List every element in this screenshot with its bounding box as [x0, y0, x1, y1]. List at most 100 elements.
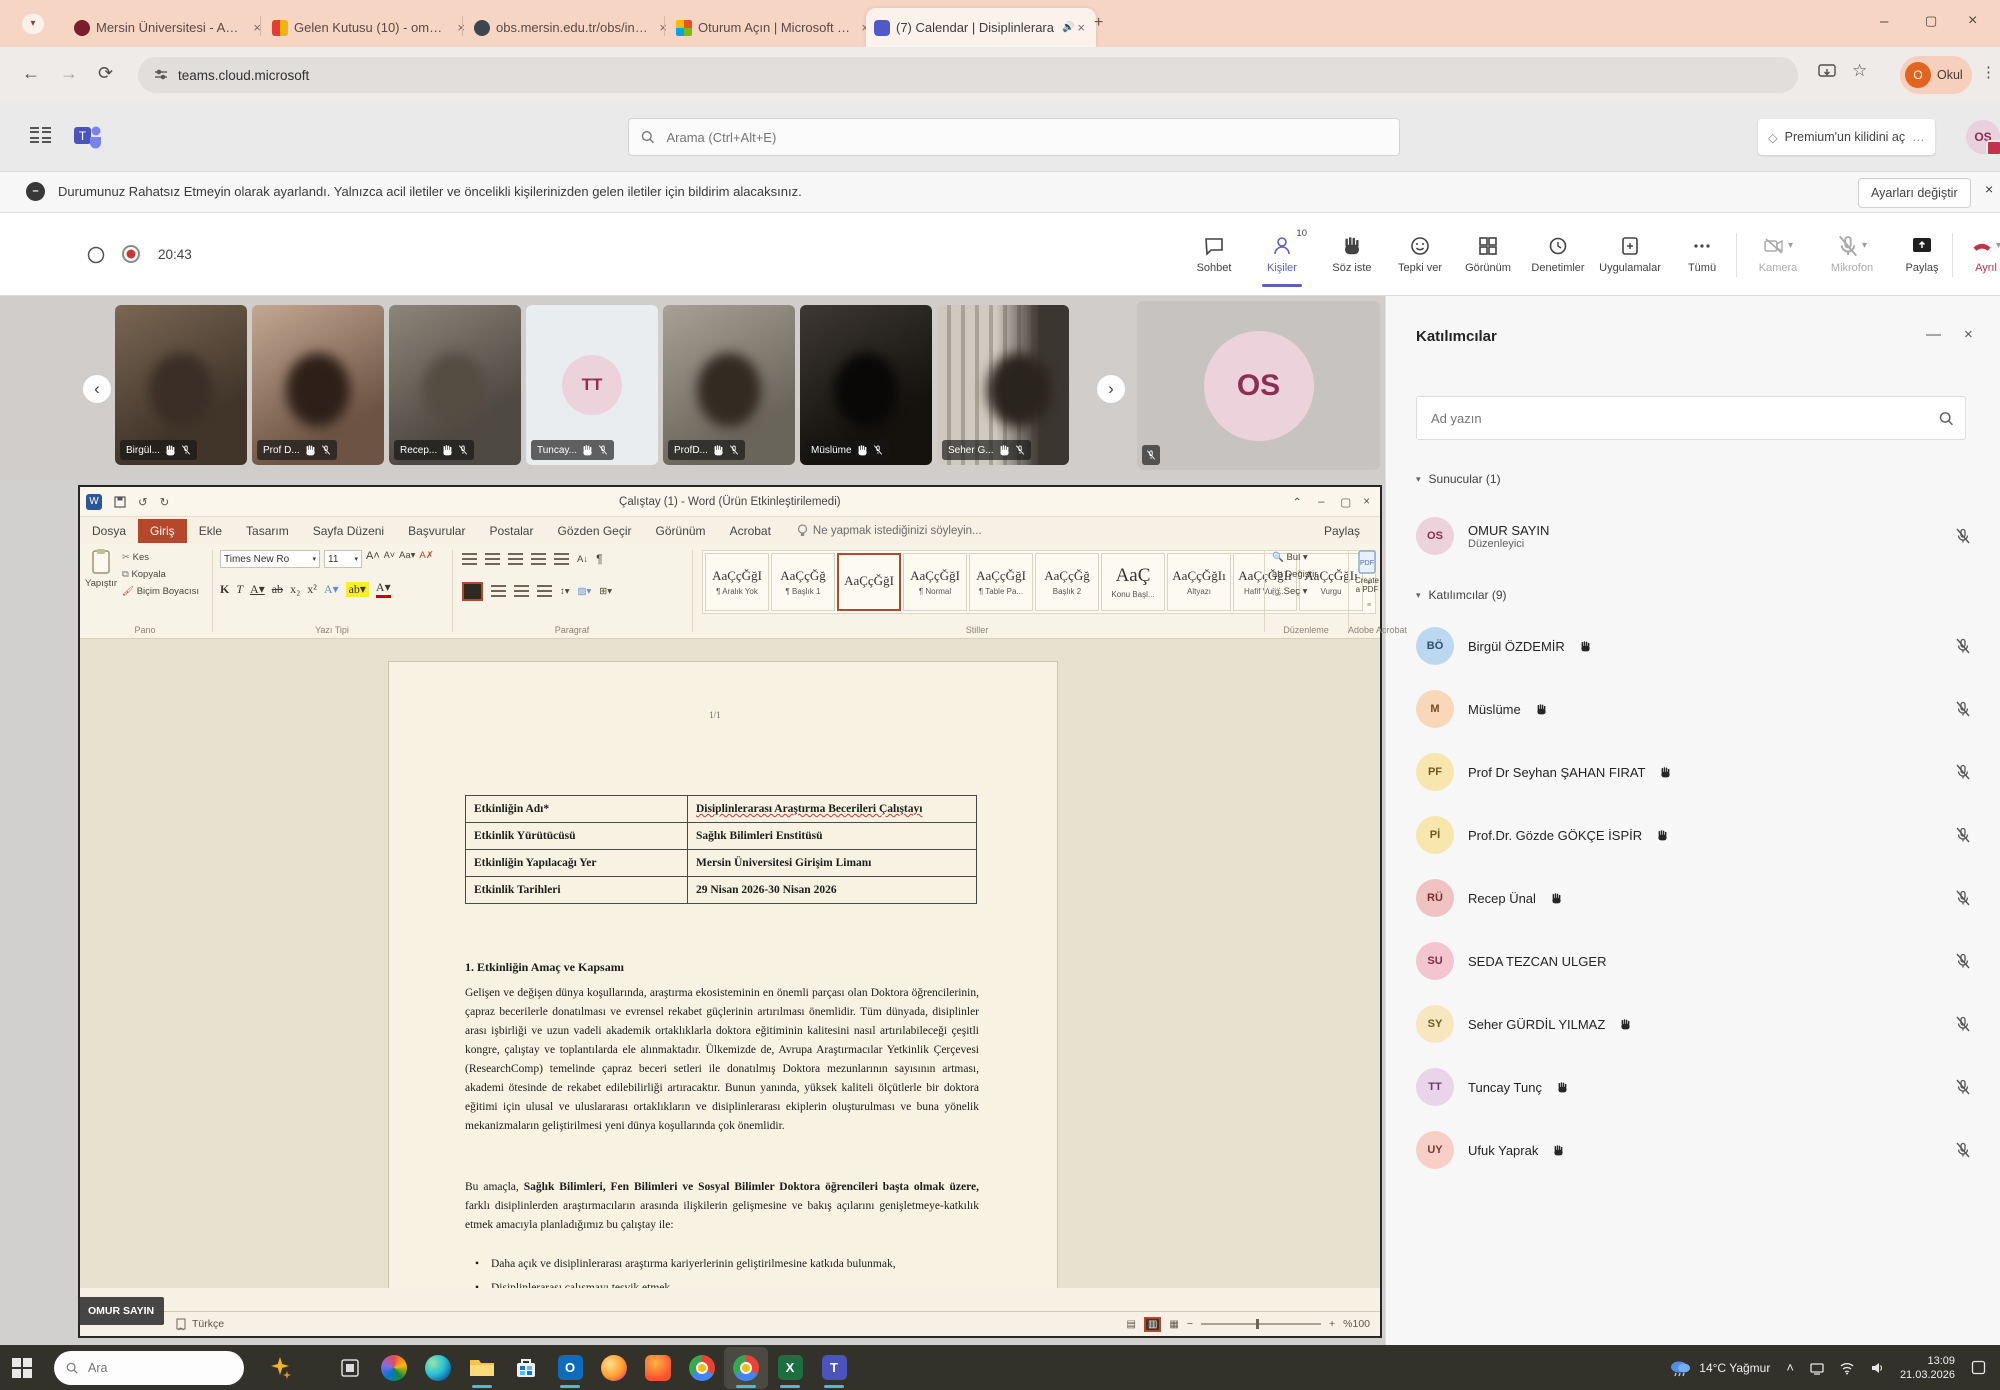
decrease-indent-icon[interactable] [531, 553, 546, 566]
browser-tab[interactable]: obs.mersin.edu.tr/obs/index.a× [466, 8, 678, 47]
read-mode-icon[interactable]: ▤ [1127, 1319, 1136, 1330]
panel-close-icon[interactable]: × [1964, 326, 1973, 343]
chrome-icon[interactable] [680, 1347, 724, 1389]
style-item[interactable]: AaÇçĞğBaşlık 2 [1035, 553, 1099, 611]
tray-network-icon[interactable] [1840, 1361, 1854, 1375]
video-tile[interactable]: Müslüme [800, 305, 932, 465]
teams-profile-avatar[interactable]: OS [1966, 120, 2000, 154]
video-tile[interactable]: Birgül... [115, 305, 247, 465]
presenter-row[interactable]: OS OMUR SAYIN Düzenleyici [1416, 504, 1971, 568]
forward-icon[interactable]: → [60, 63, 78, 84]
tab-search-icon[interactable]: ▾ [22, 14, 44, 34]
word-share-button[interactable]: Paylaş [1312, 519, 1372, 543]
style-item[interactable]: AaÇKonu Başl... [1101, 553, 1165, 611]
participant-row[interactable]: RÜ Recep Ünal [1416, 870, 1971, 926]
window-minimize-button[interactable]: – [1880, 13, 1888, 30]
number-list-icon[interactable] [485, 553, 500, 566]
start-button[interactable] [0, 1347, 44, 1389]
video-tile[interactable]: Prof D... [252, 305, 384, 465]
teams-menu-icon[interactable] [30, 127, 52, 145]
teams-logo[interactable]: T [72, 120, 102, 150]
browser-tab[interactable]: Gelen Kutusu (10) - omunsayin× [264, 8, 476, 47]
url-field[interactable]: teams.cloud.microsoft [138, 57, 1798, 93]
replace-button[interactable]: ab Değiştir [1272, 569, 1317, 580]
tab-ekle[interactable]: Ekle [187, 519, 234, 543]
subscript-button[interactable]: x₂ [290, 582, 300, 597]
redo-icon[interactable]: ↻ [160, 495, 170, 509]
mic-muted-icon[interactable] [1955, 528, 1971, 544]
view-button[interactable]: Görünüm [1452, 221, 1524, 287]
tab-basvurular[interactable]: Başvurular [396, 519, 477, 543]
video-tile-initials[interactable]: TT Tuncay... [526, 305, 658, 465]
chevron-down-icon[interactable]: ▾ [1788, 240, 1793, 251]
font-color-button[interactable]: A▾ [376, 580, 391, 598]
chevron-down-icon[interactable]: ▾ [1862, 240, 1867, 251]
underline-button[interactable]: A▾ [250, 582, 265, 597]
strikethrough-button[interactable]: ab [272, 582, 283, 597]
tab-tasarim[interactable]: Tasarım [234, 519, 301, 543]
weather-widget[interactable]: 14°C Yağmur [1669, 1359, 1770, 1377]
mic-muted-icon[interactable] [1955, 638, 1971, 654]
install-app-icon[interactable] [1818, 64, 1836, 80]
participant-search[interactable] [1416, 396, 1966, 440]
highlight-button[interactable]: ab▾ [346, 582, 369, 597]
tab-giris[interactable]: Giriş [138, 519, 187, 543]
mic-muted-icon[interactable] [1955, 1079, 1971, 1095]
site-settings-icon[interactable] [154, 68, 168, 82]
participant-row[interactable]: M Müslüme [1416, 681, 1971, 737]
react-button[interactable]: Tepki ver [1384, 221, 1456, 287]
tab-gozden-gecir[interactable]: Gözden Geçir [545, 519, 643, 543]
tab-dosya[interactable]: Dosya [80, 519, 138, 543]
cut-button[interactable]: ✂ Kes [122, 552, 199, 563]
word-minimize-icon[interactable]: – [1318, 496, 1324, 508]
chat-button[interactable]: Sohbet [1178, 221, 1250, 287]
spellcheck-icon[interactable] [176, 1318, 186, 1331]
raise-hand-button[interactable]: Söz iste [1316, 221, 1388, 287]
section-attendees[interactable]: ▾Katılımcılar (9) [1416, 588, 1507, 602]
mic-muted-icon[interactable] [1955, 1142, 1971, 1158]
mic-muted-icon[interactable] [1955, 827, 1971, 843]
tab-close-icon[interactable]: × [1074, 20, 1088, 35]
align-right-icon[interactable] [537, 585, 552, 598]
browser-menu-kebab-icon[interactable]: ⋮ [1981, 63, 1996, 81]
shading-icon[interactable]: ▨▾ [578, 586, 592, 597]
meeting-info-icon[interactable] [86, 245, 106, 265]
participant-search-input[interactable] [1429, 410, 1939, 427]
multilevel-list-icon[interactable] [508, 553, 523, 566]
mic-muted-icon[interactable] [1955, 764, 1971, 780]
outlook-icon[interactable]: O [548, 1347, 592, 1389]
word-title-bar[interactable]: W ↺ ↻ Çalıştay (1) - Word (Ürün Etkinleş… [80, 487, 1380, 517]
tell-me-box[interactable]: Ne yapmak istediğinizi söyleyin... [797, 524, 982, 538]
italic-button[interactable]: T [236, 582, 243, 597]
zoom-out-icon[interactable]: − [1187, 1318, 1193, 1330]
brave-icon[interactable] [636, 1347, 680, 1389]
spotlight-tile[interactable]: OS [1137, 301, 1380, 470]
align-center-icon[interactable] [514, 585, 529, 598]
change-settings-button[interactable]: Ayarları değiştir [1858, 178, 1971, 208]
style-item-selected[interactable]: AaÇçĞğI [837, 553, 901, 611]
bookmark-star-icon[interactable]: ☆ [1852, 61, 1867, 81]
paste-button[interactable]: Yapıştır [86, 548, 116, 610]
increase-indent-icon[interactable] [554, 553, 569, 566]
grow-font-icon[interactable]: A˄ [366, 550, 380, 568]
participant-row[interactable]: UY Ufuk Yaprak [1416, 1122, 1971, 1178]
text-effects-icon[interactable]: A▾ [324, 582, 339, 597]
teams-search[interactable] [628, 118, 1400, 156]
store-icon[interactable] [504, 1347, 548, 1389]
ribbon-options-icon[interactable]: ⌃ [1292, 495, 1302, 509]
video-tile[interactable]: Seher G... [937, 305, 1069, 465]
find-button[interactable]: 🔍 Bul ▾ [1272, 552, 1317, 563]
tab-gorunum[interactable]: Görünüm [644, 519, 718, 543]
create-pdf-button[interactable]: PDF Create a PDF [1354, 550, 1380, 594]
zoom-in-icon[interactable]: + [1329, 1318, 1335, 1330]
scroll-right-icon[interactable]: › [1096, 374, 1126, 404]
leave-button[interactable]: ▾ Ayrıl [1950, 221, 2000, 287]
zoom-level[interactable]: %100 [1343, 1318, 1370, 1330]
borders-icon[interactable]: ⊞▾ [599, 586, 612, 597]
style-item[interactable]: AaÇçĞğIıAltyazı [1167, 553, 1231, 611]
tab-audio-icon[interactable]: 🔊 [1062, 22, 1074, 33]
word-restore-icon[interactable]: ▢ [1340, 495, 1351, 509]
tab-acrobat[interactable]: Acrobat [718, 519, 783, 543]
banner-close-icon[interactable]: × [1985, 181, 1993, 197]
language-status[interactable]: Türkçe [192, 1318, 224, 1330]
